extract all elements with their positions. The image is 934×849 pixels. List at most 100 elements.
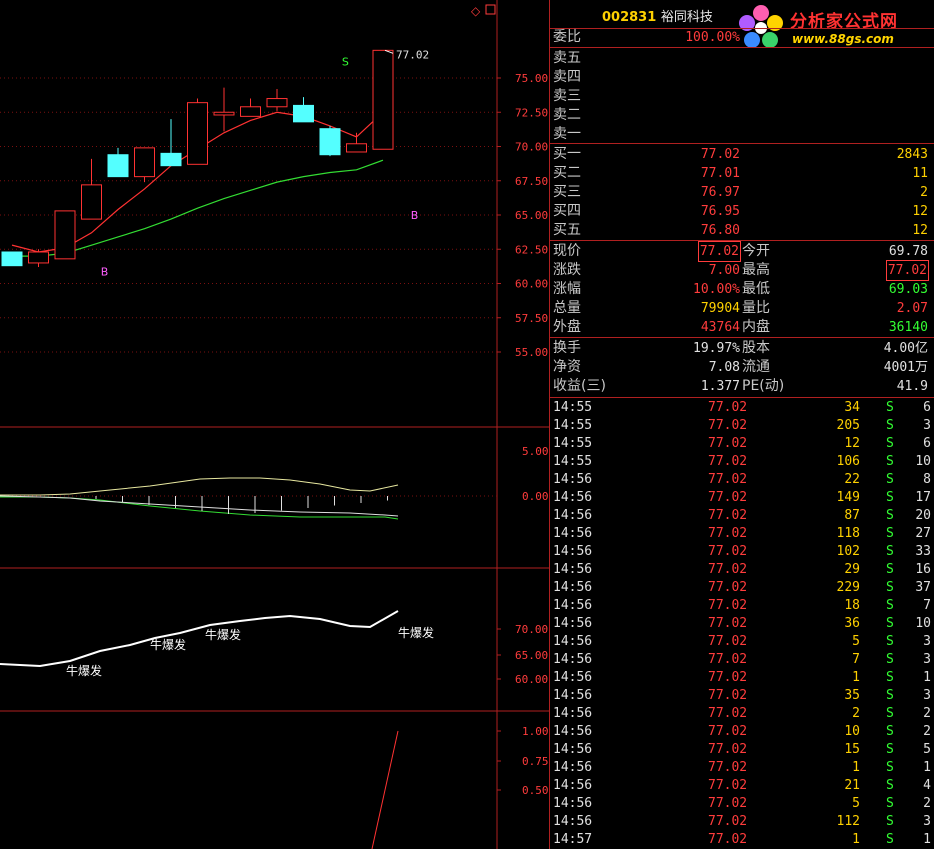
tick-price: 77.02 [708, 598, 748, 613]
tick-row[interactable]: 14:56 77.02 2 S 2 [550, 705, 934, 723]
candle-body [293, 104, 314, 123]
tick-row[interactable]: 14:56 77.02 87 S 20 [550, 507, 934, 525]
tick-time: 14:56 [553, 778, 593, 793]
tick-side: S [886, 634, 894, 649]
tick-side: S [886, 688, 894, 703]
tick-row[interactable]: 14:56 77.02 29 S 16 [550, 561, 934, 579]
tick-row[interactable]: 14:56 77.02 118 S 27 [550, 525, 934, 543]
tick-count: 27 [915, 526, 931, 541]
price-axis-label: 62.50 [515, 243, 548, 256]
buy-price: 76.97 [700, 185, 740, 200]
fin-value: 7.08 [708, 360, 740, 375]
tick-row[interactable]: 14:56 77.02 21 S 4 [550, 777, 934, 795]
tick-time: 14:56 [553, 598, 593, 613]
tick-time: 14:56 [553, 634, 593, 649]
buy-row: 买三 76.97 2 [550, 183, 934, 202]
tick-volume: 15 [844, 742, 860, 757]
buy-label: 买二 [553, 165, 581, 181]
tick-price: 77.02 [708, 562, 748, 577]
candle-body [54, 210, 76, 260]
tick-row[interactable]: 14:56 77.02 1 S 1 [550, 669, 934, 687]
tick-count: 3 [923, 814, 931, 829]
tick-row[interactable]: 14:56 77.02 102 S 33 [550, 543, 934, 561]
weibi-row: 委比 100.00% [550, 28, 934, 47]
tick-price: 77.02 [708, 814, 748, 829]
tick-volume: 22 [844, 472, 860, 487]
candle-body [372, 49, 394, 150]
tick-row[interactable]: 14:56 77.02 36 S 10 [550, 615, 934, 633]
tick-row[interactable]: 14:56 77.02 149 S 17 [550, 489, 934, 507]
tick-side: S [886, 778, 894, 793]
tick-time: 14:56 [553, 706, 593, 721]
tick-volume: 112 [836, 814, 860, 829]
macd-line [0, 495, 399, 517]
tick-volume: 149 [836, 490, 860, 505]
bottom-axis-label: 1.00 [522, 725, 549, 738]
signal-b-label: B [101, 265, 109, 278]
tick-side: S [886, 616, 894, 631]
candle-body [134, 147, 155, 178]
tick-side: S [886, 508, 894, 523]
tick-price: 77.02 [708, 490, 748, 505]
sell-label: 卖一 [553, 126, 581, 142]
tick-count: 2 [923, 706, 931, 721]
tick-row[interactable]: 14:56 77.02 10 S 2 [550, 723, 934, 741]
tick-count: 3 [923, 634, 931, 649]
tick-price: 77.02 [708, 454, 748, 469]
tick-row[interactable]: 14:57 77.02 1 S 1 [550, 831, 934, 849]
tick-row[interactable]: 14:55 77.02 34 S 6 [550, 399, 934, 417]
price-axis-label: 55.00 [515, 346, 548, 359]
buy-price: 77.01 [700, 166, 740, 181]
tick-row[interactable]: 14:56 77.02 15 S 5 [550, 741, 934, 759]
tick-row[interactable]: 14:56 77.02 229 S 37 [550, 579, 934, 597]
fin-value-2: 41.9 [896, 379, 928, 394]
high-label: 77.02 [396, 48, 429, 61]
tick-row[interactable]: 14:56 77.02 18 S 7 [550, 597, 934, 615]
signal-text: 牛爆发 [398, 625, 434, 640]
tick-row[interactable]: 14:56 77.02 112 S 3 [550, 813, 934, 831]
tick-row[interactable]: 14:55 77.02 106 S 10 [550, 453, 934, 471]
tick-row[interactable]: 14:56 77.02 22 S 8 [550, 471, 934, 489]
quote-panel: 002831 裕同科技 分析家公式网 www.88gs.com 委比 100.0… [549, 0, 934, 849]
fin-value-2: 4.00亿 [883, 341, 928, 356]
mid-axis-label: 65.00 [515, 649, 548, 662]
tick-row[interactable]: 14:55 77.02 12 S 6 [550, 435, 934, 453]
tick-row[interactable]: 14:56 77.02 1 S 1 [550, 759, 934, 777]
buy-volume: 2 [920, 185, 928, 200]
buy-row: 买四 76.95 12 [550, 202, 934, 221]
tick-count: 6 [923, 436, 931, 451]
fin-label-2: PE(动) [742, 378, 785, 394]
tick-row[interactable]: 14:56 77.02 5 S 3 [550, 633, 934, 651]
quote-value-2: 69.78 [888, 244, 928, 259]
bottom-axis-label: 0.75 [522, 755, 549, 768]
fin-row: 收益(三) 1.377 PE(动) 41.9 [550, 377, 934, 396]
tick-volume: 35 [844, 688, 860, 703]
kline-chart-area[interactable]: 75.00 72.50 70.00 67.50 65.00 62.50 60.00 57.50… [0, 0, 549, 849]
buy-volume: 11 [912, 166, 928, 181]
tick-count: 2 [923, 724, 931, 739]
sell-row: 卖一 [550, 125, 934, 144]
bottom-axis-label: 0.50 [522, 784, 549, 797]
tick-time: 14:56 [553, 760, 593, 775]
quote-row: 总量 79904 量比 2.07 [550, 299, 934, 318]
tick-row[interactable]: 14:56 77.02 7 S 3 [550, 651, 934, 669]
fin-label: 净资 [553, 359, 581, 375]
fin-row: 净资 7.08 流通 4001万 [550, 358, 934, 377]
tick-row[interactable]: 14:56 77.02 5 S 2 [550, 795, 934, 813]
tick-row[interactable]: 14:56 77.02 35 S 3 [550, 687, 934, 705]
tick-count: 17 [915, 490, 931, 505]
tick-volume: 1 [852, 832, 860, 847]
quote-value-2: 77.02 [885, 260, 930, 281]
tick-count: 2 [923, 796, 931, 811]
quote-value: 79904 [700, 301, 740, 316]
kline-chart[interactable]: 75.00 72.50 70.00 67.50 65.00 62.50 60.00 57.50… [0, 0, 549, 849]
tick-count: 1 [923, 760, 931, 775]
tick-row[interactable]: 14:55 77.02 205 S 3 [550, 417, 934, 435]
tick-volume: 2 [852, 706, 860, 721]
tick-price: 77.02 [708, 832, 748, 847]
tick-count: 4 [923, 778, 931, 793]
candle-body [240, 106, 261, 117]
tick-price: 77.02 [708, 508, 748, 523]
tick-volume: 18 [844, 598, 860, 613]
tick-side: S [886, 490, 894, 505]
